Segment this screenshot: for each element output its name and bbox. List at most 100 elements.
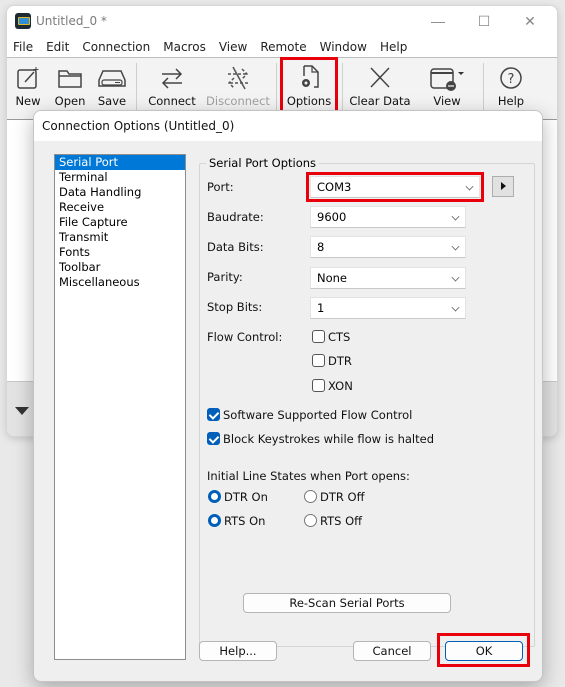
port-select[interactable]: COM3 [306,172,484,202]
menu-bar: File Edit Connection Macros View Remote … [7,36,557,58]
chevron-down-icon [451,242,460,251]
nav-item-transmit[interactable]: Transmit [55,230,185,245]
connection-options-dialog: Connection Options (Untitled_0) Serial P… [33,110,543,682]
menu-file[interactable]: File [13,40,33,54]
dialog-title-bar: Connection Options (Untitled_0) [34,111,542,141]
dtr-checkbox[interactable] [312,354,325,367]
stop-bits-value: 1 [317,301,325,315]
rts-on-radio[interactable] [208,514,221,527]
software-flow-control-checkbox[interactable] [207,408,220,421]
new-icon [17,67,39,89]
cts-checkbox[interactable] [312,330,325,343]
save-drive-icon [98,70,126,87]
baudrate-select[interactable]: 9600 [310,206,466,228]
rts-off-label: RTS Off [320,514,363,528]
menu-connection[interactable]: Connection [82,40,150,54]
data-bits-value: 8 [317,240,325,254]
menu-window[interactable]: Window [320,40,367,54]
parity-label: Parity: [207,270,243,284]
new-button[interactable]: New [11,61,45,115]
baudrate-label: Baudrate: [207,210,264,224]
new-label: New [15,94,41,108]
chevron-down-icon [451,273,460,282]
expand-arrow-icon[interactable] [15,407,29,415]
dtr-off-radio[interactable] [304,490,317,503]
minimize-button[interactable]: — [415,6,461,36]
maximize-button[interactable]: ☐ [461,6,507,36]
menu-remote[interactable]: Remote [260,40,306,54]
connect-label: Connect [148,94,196,108]
toolbar-separator [483,63,484,111]
app-icon [15,13,31,29]
menu-macros[interactable]: Macros [163,40,206,54]
toolbar-separator [342,63,343,111]
open-button[interactable]: Open [53,61,87,115]
cancel-button[interactable]: Cancel [353,641,431,661]
nav-item-terminal[interactable]: Terminal [55,170,185,185]
options-button[interactable]: Options [280,57,338,119]
help-toolbar-button[interactable]: ? Help [491,61,531,115]
options-gear-document-icon [302,65,319,88]
dtr-on-radio[interactable] [208,490,221,503]
nav-item-fonts[interactable]: Fonts [55,245,185,260]
parity-select[interactable]: None [310,267,466,289]
stop-bits-select[interactable]: 1 [310,297,466,319]
nav-item-miscellaneous[interactable]: Miscellaneous [55,275,185,290]
save-label: Save [97,94,127,108]
nav-item-receive[interactable]: Receive [55,200,185,215]
view-label: View [433,94,461,108]
nav-item-serial-port[interactable]: Serial Port [55,155,185,170]
line-states-label: Initial Line States when Port opens: [207,469,410,483]
port-value: COM3 [317,180,352,194]
help-question-icon: ? [500,67,522,89]
block-keystrokes-label: Block Keystrokes while flow is halted [223,432,435,446]
close-button[interactable]: ✕ [507,6,553,36]
port-label: Port: [207,180,234,194]
view-button[interactable]: View [419,61,475,115]
clear-data-button[interactable]: Clear Data [349,61,411,115]
data-bits-label: Data Bits: [207,240,264,254]
rts-off-radio[interactable] [304,514,317,527]
help-label: Help [497,94,525,108]
clear-x-icon [370,67,390,88]
rescan-serial-ports-button[interactable]: Re-Scan Serial Ports [243,593,451,613]
open-label: Open [54,94,86,108]
disconnect-button[interactable]: Disconnect [205,61,271,115]
data-bits-select[interactable]: 8 [310,236,466,258]
parity-value: None [317,271,348,285]
cts-label: CTS [328,330,351,344]
disconnect-arrows-icon [227,66,249,90]
window-title: Untitled_0 * [36,14,107,28]
dtr-on-label: DTR On [224,490,268,504]
menu-help[interactable]: Help [380,40,407,54]
disconnect-label: Disconnect [206,94,270,108]
chevron-down-icon [451,303,460,312]
group-title: Serial Port Options [206,156,320,170]
menu-view[interactable]: View [219,40,247,54]
folder-icon [58,70,82,88]
ok-button[interactable]: OK [445,641,523,661]
software-flow-control-label: Software Supported Flow Control [223,408,413,422]
svg-text:?: ? [508,72,515,87]
menu-edit[interactable]: Edit [46,40,69,54]
help-button[interactable]: Help... [199,641,277,661]
rts-on-label: RTS On [224,514,266,528]
connect-button[interactable]: Connect [145,61,199,115]
dialog-title: Connection Options (Untitled_0) [42,119,235,133]
baudrate-value: 9600 [317,210,347,224]
save-button[interactable]: Save [95,61,129,115]
connect-arrows-icon [161,68,183,89]
xon-checkbox[interactable] [312,379,325,392]
nav-item-toolbar[interactable]: Toolbar [55,260,185,275]
flow-control-label: Flow Control: [207,330,283,344]
block-keystrokes-checkbox[interactable] [207,432,220,445]
nav-item-data-handling[interactable]: Data Handling [55,185,185,200]
title-bar: Untitled_0 * — ☐ ✕ [7,6,557,36]
options-category-list: Serial Port Terminal Data Handling Recei… [54,154,186,660]
toolbar: New Open Save Connect Disconnect Options… [7,57,557,119]
chevron-down-icon [465,182,474,191]
xon-label: XON [328,379,353,393]
nav-item-file-capture[interactable]: File Capture [55,215,185,230]
port-details-button[interactable] [492,176,514,197]
dtr-off-label: DTR Off [320,490,365,504]
